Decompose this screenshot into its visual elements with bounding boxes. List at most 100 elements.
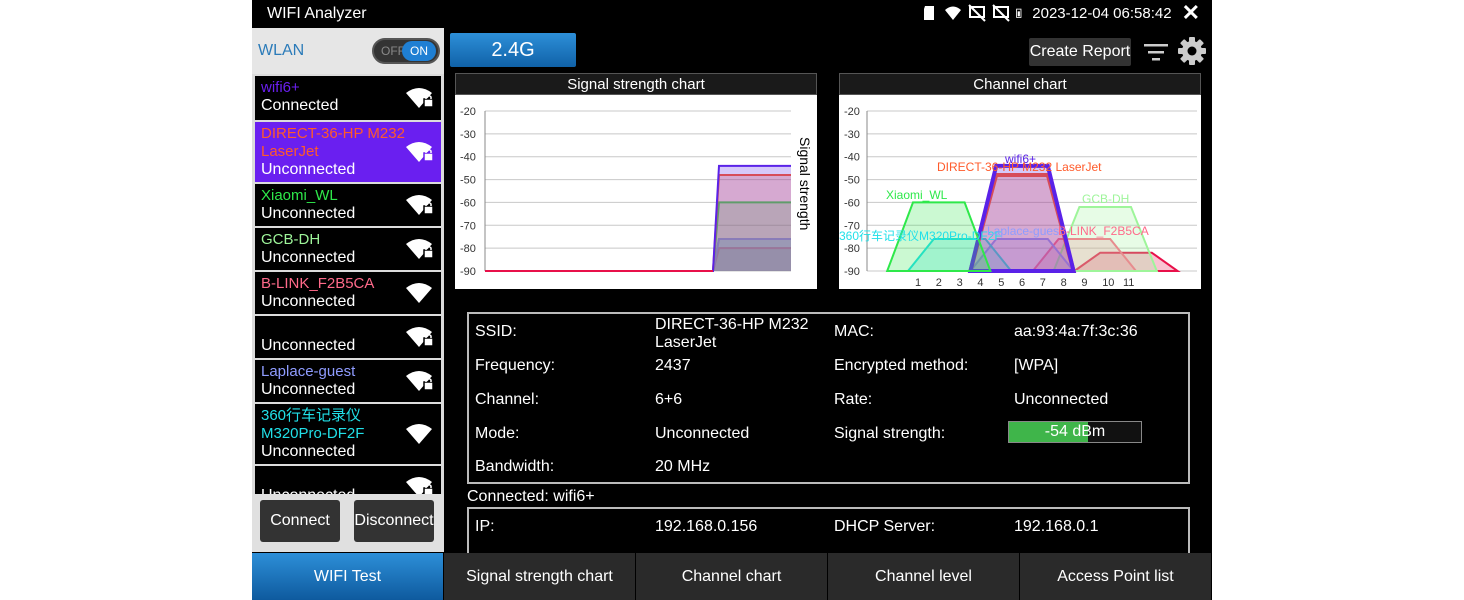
y-tick-label: -50 <box>460 175 476 187</box>
rate-label: Rate: <box>834 391 873 408</box>
network-panel: WLAN OFF ON wifi6+ Connected DIRECT-36-HP … <box>252 28 444 552</box>
wifi-signal-icon <box>406 283 432 303</box>
y-tick-label: -90 <box>460 266 476 278</box>
mode-label: Mode: <box>475 425 520 442</box>
wifi-list-item[interactable]: 360行车记录仪 M320Pro-DF2F Unconnected <box>255 404 441 464</box>
y-axis-label: Signal strength <box>797 137 813 230</box>
battery-icon <box>1016 8 1022 18</box>
wifi-list-item[interactable]: Laplace-guest Unconnected <box>255 360 441 402</box>
wifi-list-item[interactable]: Unconnected <box>255 466 441 494</box>
y-tick-label: -40 <box>460 152 476 164</box>
channel-series-label: B-LINK_F2B5CA <box>1058 224 1149 238</box>
screen-off-icon <box>992 4 1010 22</box>
mac-label: MAC: <box>834 323 874 340</box>
wifi-network-name: GCB-DH <box>261 231 321 248</box>
channel-series-label: Laplace-guest <box>987 224 1063 238</box>
y-tick-label: -30 <box>460 129 476 141</box>
connect-button[interactable]: Connect <box>260 500 340 542</box>
wifi-network-status: Unconnected <box>261 249 356 266</box>
filter-icon[interactable] <box>1143 40 1169 64</box>
ssid-value: DIRECT-36-HP M232 LaserJet <box>655 316 809 351</box>
wifi-list-item[interactable]: Unconnected <box>255 316 441 358</box>
channel-chart: Channel chart -20 -30 -40 -50 -60 -70 -80 -90 1 2… <box>839 73 1201 289</box>
frequency-label: Frequency: <box>475 357 556 374</box>
series-area <box>713 165 791 271</box>
wifi-network-name: wifi6+ <box>261 79 300 96</box>
tab-channel-level[interactable]: Channel level <box>828 553 1020 600</box>
y-tick-label: -20 <box>844 106 860 118</box>
tab-access-point-list[interactable]: Access Point list <box>1020 553 1212 600</box>
y-tick-label: -30 <box>844 129 860 141</box>
x-tick-label: 9 <box>1081 277 1087 289</box>
wifi-network-name: B-LINK_F2B5CA <box>261 275 375 292</box>
close-icon[interactable]: ✕ <box>1182 2 1200 24</box>
wifi-list-item[interactable]: GCB-DH Unconnected <box>255 228 441 270</box>
channel-label: Channel: <box>475 391 540 408</box>
dhcp-value: 192.168.0.1 <box>1014 518 1099 535</box>
connection-buttons: Connect Disconnect <box>252 494 444 552</box>
y-tick-label: -40 <box>844 152 860 164</box>
status-icons: 2023-12-04 06:58:42 ✕ <box>920 2 1200 24</box>
ssid-label: SSID: <box>475 323 517 340</box>
wifi-lock-icon <box>406 88 434 108</box>
create-report-button[interactable]: Create Report <box>1029 38 1131 66</box>
y-tick-label: -90 <box>844 266 860 278</box>
x-tick-label: 10 <box>1102 277 1114 289</box>
y-tick-label: -80 <box>460 243 476 255</box>
chart-title: Signal strength chart <box>455 73 817 95</box>
wifi-network-name: Xiaomi_WL <box>261 187 338 204</box>
y-tick-label: -60 <box>460 197 476 209</box>
channel-series-label: DIRECT-36-HP M232 LaserJet <box>937 160 1102 174</box>
wifi-lock-icon <box>406 477 434 494</box>
disconnect-button[interactable]: Disconnect <box>354 500 434 542</box>
wifi-network-status: Unconnected <box>261 443 356 460</box>
wifi-network-status: Unconnected <box>261 381 356 398</box>
status-bar: WIFI Analyzer 2023-12-04 06:58:42 ✕ <box>252 0 1212 28</box>
x-tick-label: 2 <box>936 277 942 289</box>
ip-value: 192.168.0.156 <box>655 518 758 535</box>
wifi-network-name: Laplace-guest <box>261 363 356 380</box>
wifi-list-item[interactable]: wifi6+ Connected <box>255 76 441 120</box>
wlan-row: WLAN OFF ON <box>252 28 444 74</box>
wifi-lock-icon <box>406 142 434 162</box>
bandwidth-value: 20 MHz <box>655 458 711 475</box>
wifi-lock-icon <box>406 371 434 391</box>
wifi-list[interactable]: wifi6+ Connected DIRECT-36-HP M232 LaserJe… <box>252 74 444 494</box>
tab-channel-chart[interactable]: Channel chart <box>636 553 828 600</box>
wifi-lock-icon <box>406 327 434 347</box>
wifi-list-item[interactable]: Xiaomi_WL Unconnected <box>255 184 441 226</box>
bottom-tabbar: WIFI Test Signal strength chart Channel … <box>252 553 1212 600</box>
x-tick-label: 3 <box>957 277 963 289</box>
wlan-toggle[interactable]: OFF ON <box>372 38 440 64</box>
x-tick-label: 8 <box>1061 277 1067 289</box>
gear-icon[interactable] <box>1177 36 1207 66</box>
app-title: WIFI Analyzer <box>267 5 367 22</box>
y-tick-label: -70 <box>460 220 476 232</box>
channel-plot: -20-30-40-50-60-70-80-901 2 3 4 5 6 7 8 9 10 11wif… <box>839 95 1201 289</box>
bandwidth-label: Bandwidth: <box>475 458 555 475</box>
x-tick-label: 11 <box>1123 277 1134 289</box>
y-tick-label: -60 <box>844 197 860 209</box>
wifi-signal-icon <box>406 424 432 444</box>
x-tick-label: 7 <box>1040 277 1046 289</box>
wifi-network-status: Unconnected <box>261 337 356 354</box>
band-button[interactable]: 2.4G <box>450 33 576 67</box>
clock: 2023-12-04 06:58:42 <box>1032 4 1172 22</box>
tab-signal-strength-chart[interactable]: Signal strength chart <box>444 553 636 600</box>
wifi-list-item[interactable]: DIRECT-36-HP M232 LaserJet Unconnected <box>255 122 441 182</box>
wlan-label: WLAN <box>258 42 305 59</box>
wifi-network-name: 360行车记录仪 M320Pro-DF2F <box>261 407 365 442</box>
channel-series-label: Xiaomi_WL <box>886 188 948 202</box>
frequency-value: 2437 <box>655 357 691 374</box>
wifi-list-item[interactable]: B-LINK_F2B5CA Unconnected <box>255 272 441 314</box>
wifi-network-status: Unconnected <box>261 487 355 494</box>
channel-series-label: 360行车记录仪M320Pro-DF2F <box>839 228 1002 243</box>
x-tick-label: 6 <box>1019 277 1025 289</box>
wifi-network-status: Connected <box>261 97 339 114</box>
y-tick-label: -20 <box>460 106 476 118</box>
encryption-label: Encrypted method: <box>834 357 969 374</box>
wifi-icon <box>945 6 962 20</box>
channel-series-label: GCB-DH <box>1082 192 1129 206</box>
tab-wifi-test[interactable]: WIFI Test <box>252 553 444 600</box>
sd-card-icon <box>924 6 935 20</box>
